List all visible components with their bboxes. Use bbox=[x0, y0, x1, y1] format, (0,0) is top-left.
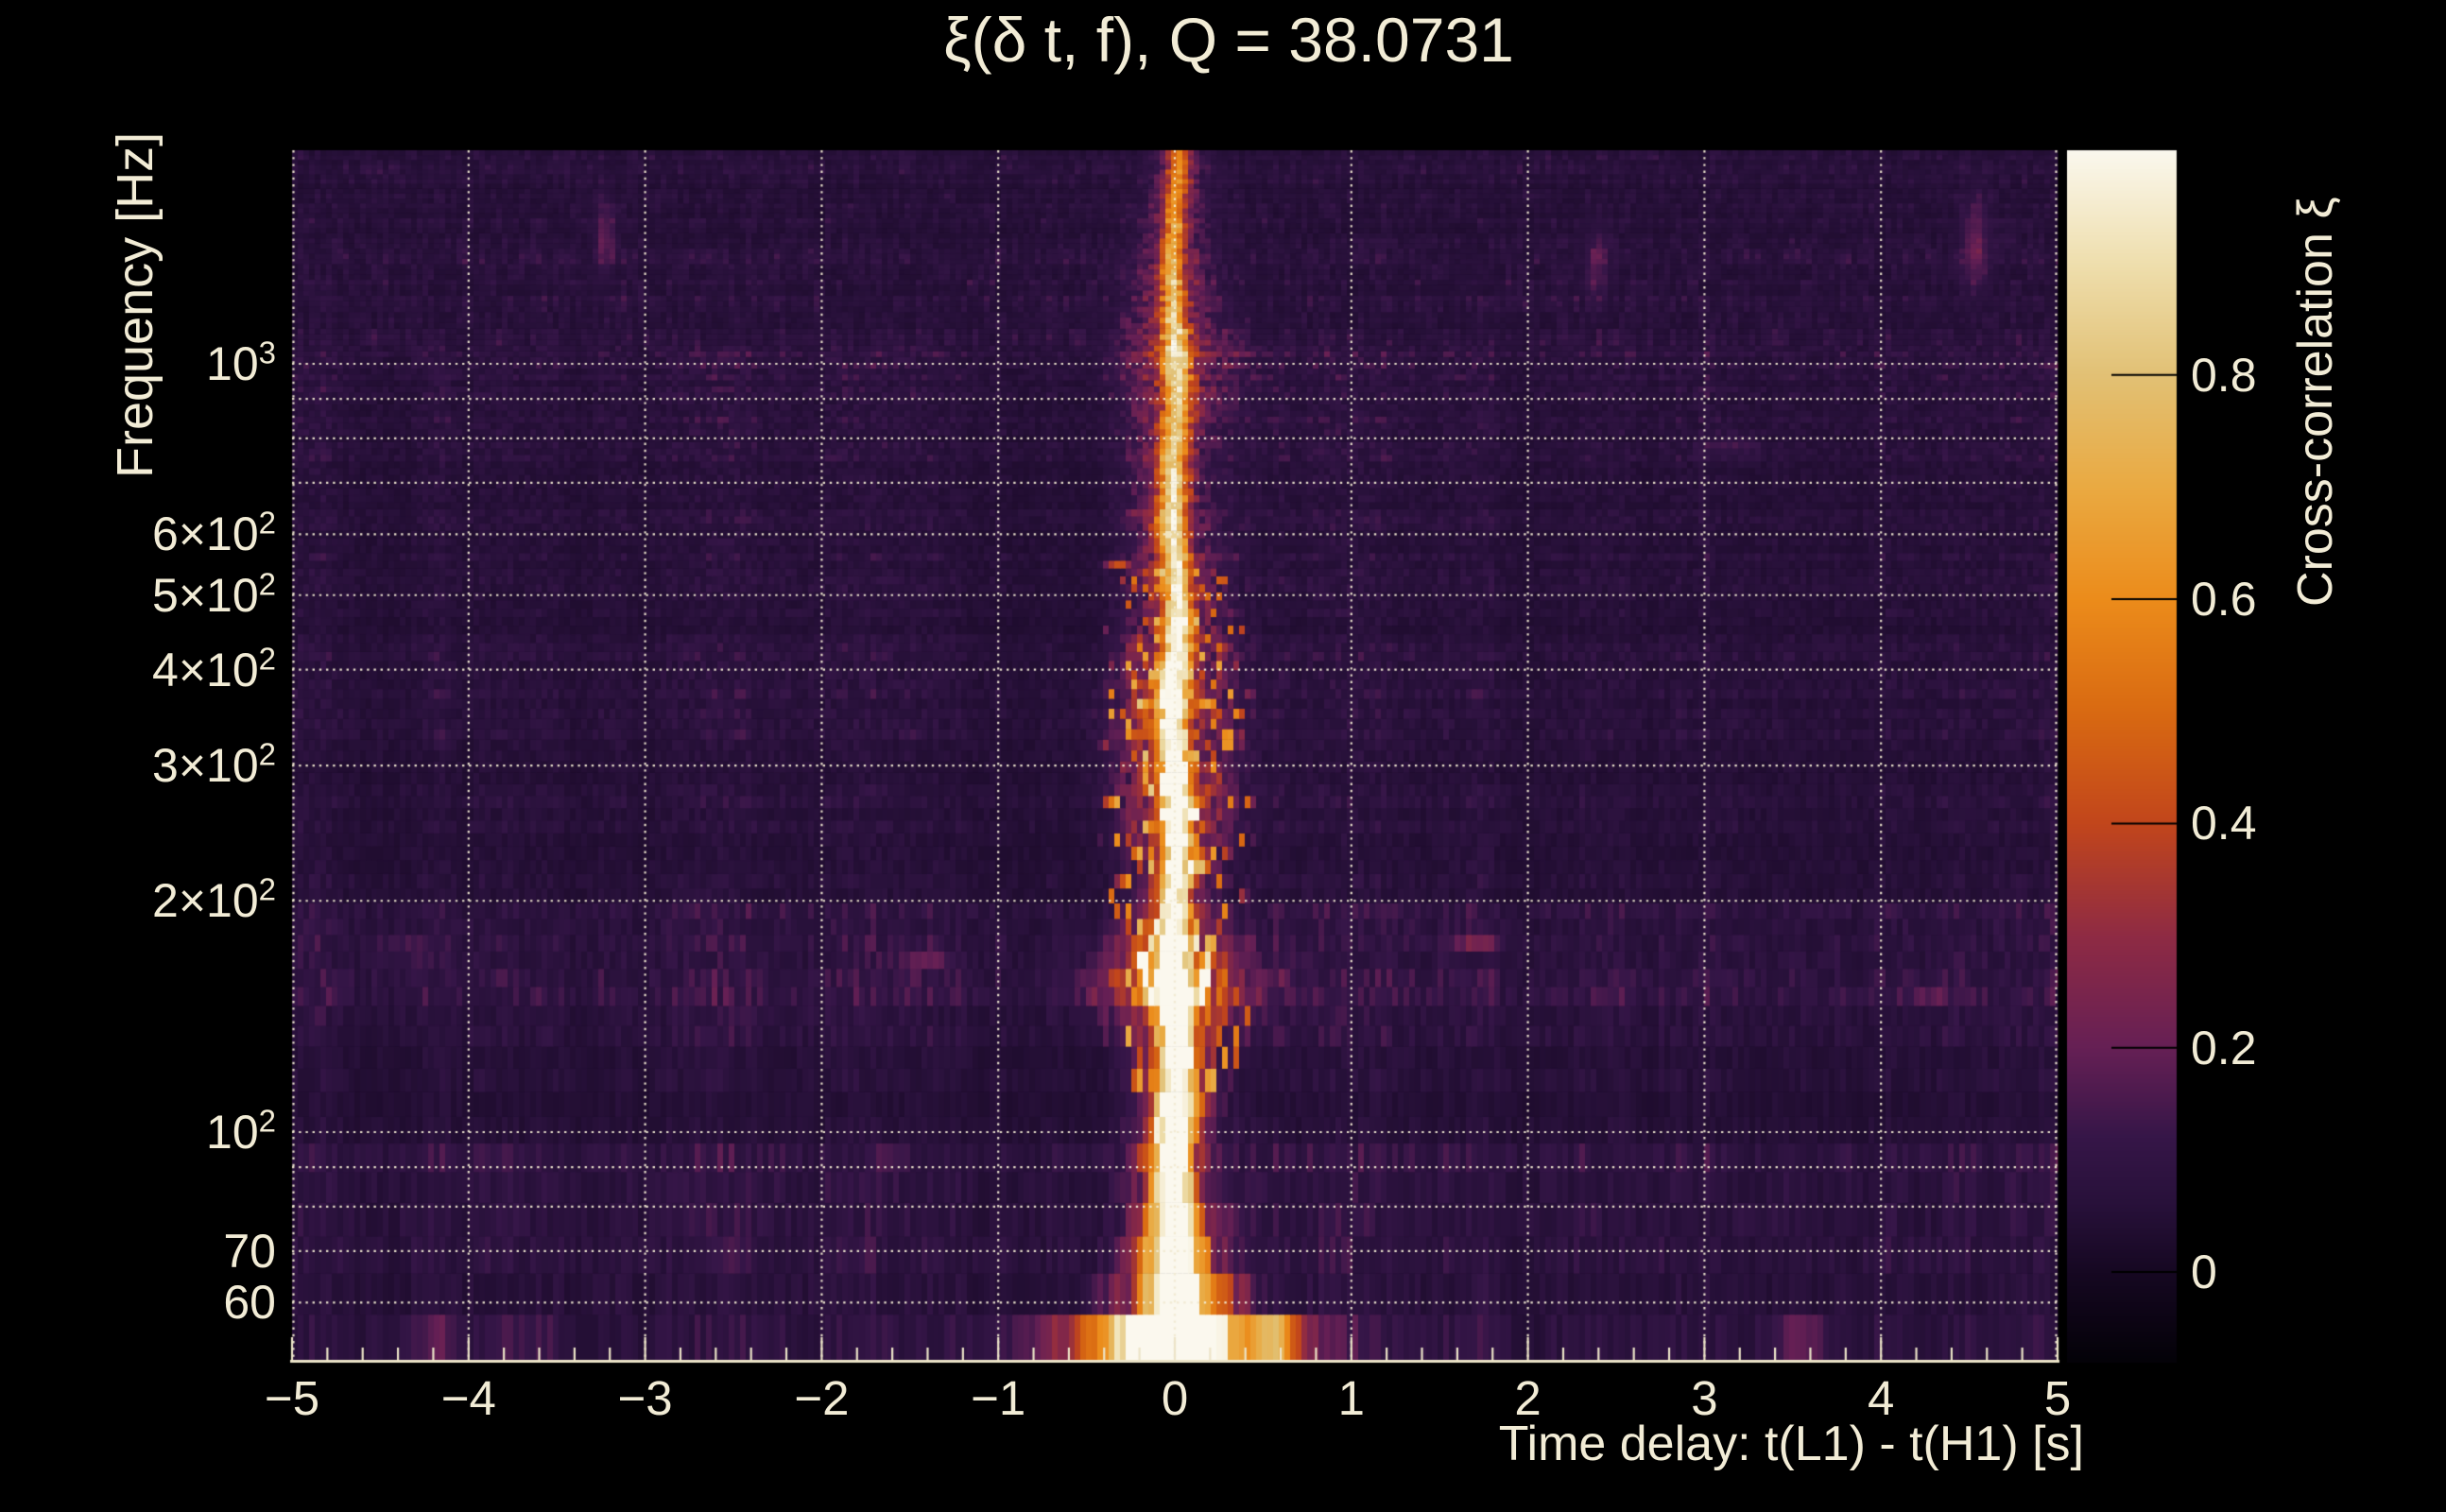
cross-correlation-figure: ξ(δ t, f), Q = 38.0731 Frequency [Hz] Ti… bbox=[0, 0, 2446, 1512]
colorbar-tick-label: 0.2 bbox=[2191, 1021, 2257, 1074]
x-tick-label: −4 bbox=[440, 1371, 496, 1425]
colorbar-tick-label: 0 bbox=[2191, 1246, 2217, 1298]
y-tick-label: 3×102 bbox=[152, 736, 276, 793]
y-tick-label: 70 bbox=[223, 1224, 276, 1278]
plot-title: ξ(δ t, f), Q = 38.0731 bbox=[943, 5, 1514, 75]
x-tick-label: −2 bbox=[794, 1371, 850, 1425]
colorbar-tick-label: 0.4 bbox=[2191, 797, 2257, 850]
y-tick-label: 4×102 bbox=[152, 640, 276, 696]
y-tick-label: 102 bbox=[206, 1103, 276, 1159]
x-tick-label: −1 bbox=[971, 1371, 1026, 1425]
x-tick-label: 0 bbox=[1161, 1371, 1189, 1425]
x-tick-label: 2 bbox=[1514, 1371, 1542, 1425]
x-tick-label: −3 bbox=[617, 1371, 673, 1425]
colorbar-tick-label: 0.8 bbox=[2191, 348, 2257, 402]
x-tick-label: 4 bbox=[1868, 1371, 1895, 1425]
y-tick-label: 60 bbox=[223, 1276, 276, 1330]
y-tick-label: 5×102 bbox=[152, 566, 276, 622]
correlation-heatmap-canvas bbox=[0, 0, 2446, 1512]
y-axis-label: Frequency [Hz] bbox=[107, 131, 164, 478]
x-tick-label: 3 bbox=[1691, 1371, 1718, 1425]
y-tick-label: 6×102 bbox=[152, 505, 276, 561]
x-tick-label: 1 bbox=[1337, 1371, 1365, 1425]
x-axis-label: Time delay: t(L1) - t(H1) [s] bbox=[1498, 1417, 2084, 1471]
x-tick-label: 5 bbox=[2043, 1371, 2072, 1425]
colorbar-tick-label: 0.6 bbox=[2191, 573, 2257, 627]
y-tick-label: 103 bbox=[206, 335, 276, 390]
x-tick-label: −5 bbox=[264, 1371, 320, 1425]
y-tick-label: 2×102 bbox=[152, 871, 276, 928]
colorbar-label: Cross-correlation ξ bbox=[2288, 197, 2343, 607]
